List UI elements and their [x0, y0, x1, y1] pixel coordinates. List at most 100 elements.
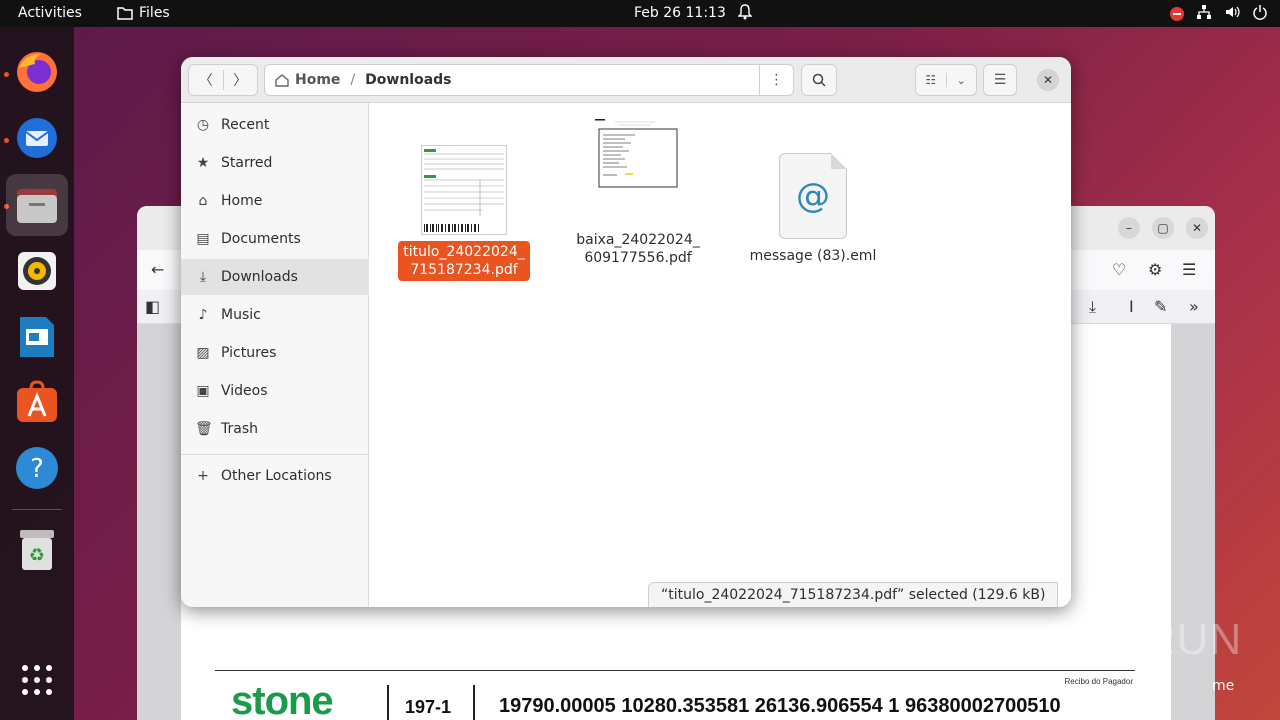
- divider: [473, 685, 475, 720]
- sidebar-item-starred[interactable]: ★ Starred: [181, 145, 369, 181]
- running-indicator: [4, 72, 9, 77]
- clock[interactable]: Feb 26 11:13: [634, 5, 726, 21]
- list-view-icon[interactable]: ☷: [916, 73, 947, 87]
- file-name-line2: 715187234.pdf: [410, 262, 518, 278]
- file-name-line1: message (83).eml: [749, 248, 877, 264]
- selection-status: “titulo_24022024_715187234.pdf” selected…: [648, 582, 1059, 607]
- close-button[interactable]: ✕: [1186, 217, 1208, 239]
- file-name-line1: titulo_24022024_: [403, 244, 525, 260]
- digitable-line: 19790.00005 10280.353581 26136.906554 1 …: [499, 695, 1061, 717]
- app-menu[interactable]: Files: [117, 5, 170, 21]
- libreoffice-impress-icon[interactable]: [14, 314, 60, 360]
- sidebar-item-home[interactable]: ⌂ Home: [181, 183, 369, 219]
- chevron-down-icon[interactable]: ⌄: [947, 74, 977, 87]
- sidebar-item-videos[interactable]: ▣ Videos: [181, 373, 369, 409]
- anyrun-watermark: ANY RUN: [1038, 615, 1243, 664]
- activities-button[interactable]: Activities: [18, 5, 82, 21]
- extensions-icon[interactable]: ⚙: [1148, 260, 1162, 279]
- search-button[interactable]: [801, 64, 837, 96]
- file-item[interactable]: titulo_24022024_ 715187234.pdf: [394, 145, 534, 281]
- menu-icon[interactable]: ☰: [1182, 260, 1196, 279]
- firefox-icon[interactable]: [14, 49, 60, 95]
- sidebar-item-label: Home: [221, 193, 263, 209]
- close-button[interactable]: ✕: [1037, 69, 1059, 91]
- sidebar-item-label: Other Locations: [221, 468, 332, 484]
- boleto-header: Recibo do Pagador stone 197-1 19790.0000…: [215, 670, 1135, 720]
- sidebar-item-downloads[interactable]: ⤓ Downloads: [181, 259, 369, 295]
- sidebar-item-label: Pictures: [221, 345, 277, 361]
- top-bar: Activities Files Feb 26 11:13: [0, 0, 1280, 27]
- nav-buttons: 〈 〉: [188, 64, 258, 96]
- file-item[interactable]: baixa_24022024_ 609177556.pdf: [568, 119, 708, 269]
- file-name: message (83).eml: [745, 245, 882, 267]
- dock: ? ♻: [0, 27, 74, 720]
- view-buttons: ☷ ⌄: [915, 64, 977, 96]
- folder-icon: [117, 7, 133, 20]
- network-icon[interactable]: [1196, 4, 1212, 24]
- svg-text:♻: ♻: [29, 545, 45, 566]
- file-item[interactable]: @ message (83).eml: [743, 153, 883, 267]
- sidebar-item-label: Videos: [221, 383, 268, 399]
- file-grid: titulo_24022024_ 715187234.pdf baixa_2402…: [370, 103, 1071, 607]
- trash-icon[interactable]: ♻: [14, 527, 60, 573]
- clock-icon: ◷: [196, 117, 210, 133]
- files-headerbar: 〈 〉 Home / Downloads ⋮ ☷ ⌄ ☰ ✕: [181, 57, 1071, 103]
- path-home-label: Home: [295, 72, 341, 88]
- sidebar-item-label: Documents: [221, 231, 301, 247]
- path-home[interactable]: Home: [265, 72, 340, 88]
- sidebar-separator: [181, 454, 369, 455]
- maximize-button[interactable]: ▢: [1152, 217, 1174, 239]
- files-icon[interactable]: [6, 174, 68, 236]
- do-not-disturb-icon[interactable]: [1170, 7, 1184, 21]
- sidebar-item-documents[interactable]: ▤ Documents: [181, 221, 369, 257]
- main-menu-button[interactable]: ☰: [983, 64, 1017, 96]
- sidebar-item-label: Downloads: [221, 269, 298, 285]
- hamburger-icon: ☰: [993, 72, 1007, 88]
- rhythmbox-icon[interactable]: [14, 248, 60, 294]
- app-center-icon[interactable]: [14, 379, 60, 425]
- app-name: Files: [139, 5, 170, 21]
- volume-icon[interactable]: [1224, 4, 1240, 24]
- home-icon: [275, 74, 289, 87]
- help-icon[interactable]: ?: [14, 445, 60, 491]
- music-icon: ♪: [198, 307, 208, 323]
- file-name-line2: 609177556.pdf: [584, 250, 692, 266]
- system-tray[interactable]: [1170, 4, 1268, 24]
- file-name-line1: baixa_24022024_: [576, 232, 700, 248]
- sidebar-item-label: Trash: [221, 421, 258, 437]
- forward-button[interactable]: 〉: [224, 70, 258, 90]
- download-icon: ⤓: [199, 269, 207, 285]
- running-indicator: [4, 138, 9, 143]
- places-sidebar: ◷ Recent ★ Starred ⌂ Home ▤ Documents ⤓ Downl…: [181, 103, 369, 607]
- thunderbird-icon[interactable]: [14, 115, 60, 161]
- star-icon: ★: [196, 155, 210, 171]
- more-tools-icon[interactable]: »: [1189, 297, 1199, 316]
- files-window: 〈 〉 Home / Downloads ⋮ ☷ ⌄ ☰ ✕ ◷ Recent ★…: [181, 57, 1071, 607]
- sidebar-toggle-icon[interactable]: ◧: [145, 297, 160, 316]
- notification-bell-icon[interactable]: [737, 4, 753, 24]
- email-file-icon: @: [779, 153, 847, 239]
- pocket-icon[interactable]: ♡: [1112, 260, 1126, 279]
- path-separator: /: [350, 72, 356, 88]
- path-current[interactable]: Downloads: [365, 72, 451, 88]
- path-menu-icon[interactable]: ⋮: [759, 65, 793, 95]
- picture-icon: ▨: [196, 345, 210, 361]
- back-button[interactable]: 〈: [189, 70, 224, 90]
- draw-icon[interactable]: ✎: [1154, 297, 1167, 316]
- show-apps-icon[interactable]: [14, 657, 60, 703]
- path-bar[interactable]: Home / Downloads ⋮: [264, 64, 794, 96]
- minimize-button[interactable]: –: [1118, 217, 1140, 239]
- text-cursor-icon[interactable]: I: [1129, 297, 1134, 316]
- pdf-thumbnail: [595, 119, 681, 219]
- power-icon[interactable]: [1252, 4, 1268, 24]
- sidebar-item-recent[interactable]: ◷ Recent: [181, 107, 369, 143]
- sidebar-item-pictures[interactable]: ▨ Pictures: [181, 335, 369, 371]
- sidebar-item-trash[interactable]: 🗑 Trash: [181, 411, 369, 447]
- sidebar-item-music[interactable]: ♪ Music: [181, 297, 369, 333]
- document-icon: ▤: [196, 231, 210, 247]
- trash-icon: 🗑: [195, 421, 213, 437]
- back-arrow-icon[interactable]: ←: [151, 260, 164, 279]
- save-icon[interactable]: ⤓: [1089, 297, 1096, 317]
- file-name: titulo_24022024_ 715187234.pdf: [398, 241, 530, 281]
- sidebar-item-other-locations[interactable]: + Other Locations: [181, 458, 369, 494]
